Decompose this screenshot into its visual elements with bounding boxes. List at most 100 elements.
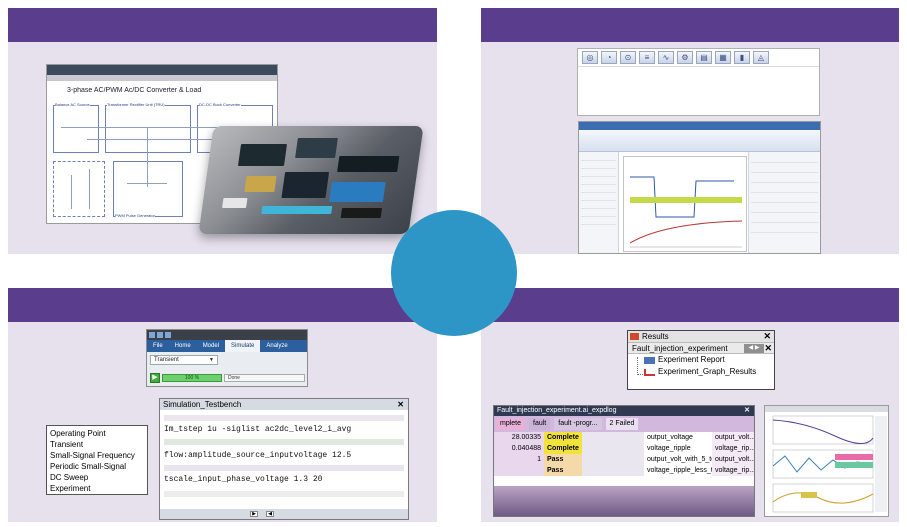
cell-spacer xyxy=(582,454,644,465)
toolbar-screenshot: ◎ ◔ ⊙ ≡ ∿ ⚙ ▤ ▦ ▮ ◬ xyxy=(577,48,820,116)
tree-item-label: Experiment Report xyxy=(658,355,725,364)
simulation-progress: 100 % xyxy=(162,373,222,382)
list-item[interactable]: DC Sweep xyxy=(50,472,144,483)
app-titlebar xyxy=(47,65,277,75)
table-row[interactable]: 1 Pass output_volt_with_5_tol output_vol… xyxy=(494,454,754,465)
cell-value: 1 xyxy=(494,454,544,465)
row-stripe xyxy=(164,439,404,445)
scope-icon[interactable]: ◎ xyxy=(582,51,598,64)
scroll-right-icon[interactable]: ▶ xyxy=(250,511,258,517)
tab-simulate[interactable]: Simulate xyxy=(225,340,261,352)
chip xyxy=(237,144,288,166)
results-title: Results xyxy=(642,332,669,341)
list-item[interactable]: Periodic Small-Signal xyxy=(50,461,144,472)
cell-spacer xyxy=(582,465,644,476)
simulation-status: Done xyxy=(224,373,305,382)
status-chip: mplete xyxy=(496,418,526,430)
tab-home[interactable]: Home xyxy=(169,340,197,352)
tab-file[interactable]: File xyxy=(147,340,169,352)
results-titlebar: Results ✕ xyxy=(628,331,774,342)
tree-item-report[interactable]: Experiment Report xyxy=(628,354,774,366)
app-ribbon xyxy=(579,130,820,152)
status-chip: fault -progr... xyxy=(554,418,602,430)
bar-icon[interactable]: ▮ xyxy=(734,51,750,64)
waveform-app-screenshot xyxy=(578,121,821,254)
cell-status: Pass xyxy=(544,454,582,465)
cell-detail: voltage_rip... xyxy=(712,443,754,454)
tab-nav-arrows-icon[interactable]: ◀ ▶ xyxy=(744,344,764,353)
cell-value: 28.00335 xyxy=(494,432,544,443)
results-tab[interactable]: Fault_injection_experiment ◀ ▶ ✕ xyxy=(628,342,774,354)
list-item[interactable]: Operating Point xyxy=(50,428,144,439)
panel-bottom-right: Results ✕ Fault_injection_experiment ◀ ▶… xyxy=(481,288,899,522)
testbench-scrollbar[interactable]: ▶ ◀ xyxy=(160,509,408,519)
list-item[interactable]: Experiment xyxy=(50,483,144,494)
grid-icon[interactable]: ▦ xyxy=(715,51,731,64)
signal-list xyxy=(579,152,619,253)
table-icon[interactable]: ≡ xyxy=(639,51,655,64)
app-toolbar xyxy=(47,75,277,81)
panel-header xyxy=(481,288,899,322)
panel-header xyxy=(8,288,437,322)
experiment-footer xyxy=(494,486,754,516)
panel-bottom-left: File Home Model Simulate Analyze Transie… xyxy=(8,288,437,522)
close-icon[interactable]: ✕ xyxy=(763,331,771,342)
chip xyxy=(328,182,386,202)
status-chip: fault xyxy=(529,418,551,430)
cell-detail: output_volt... xyxy=(712,454,754,465)
ribbon-titlebar xyxy=(147,330,307,340)
experiment-window: Fault_injection_experiment.ai_expdlog ✕ … xyxy=(493,405,755,517)
testbench-line: Im_tstep 1u -siglist ac2dc_level2_i_avg xyxy=(164,425,352,434)
experiment-title: Fault_injection_experiment.ai_expdlog xyxy=(497,407,617,414)
cell-spacer xyxy=(582,432,644,443)
redo-icon[interactable] xyxy=(165,332,171,338)
tab-model[interactable]: Model xyxy=(197,340,225,352)
close-icon[interactable]: ✕ xyxy=(744,406,750,416)
graph-icon xyxy=(644,369,655,376)
waveform-graph xyxy=(623,156,747,252)
panel-top-left: 3-phase AC/PWM Ac/DC Converter & Load Ba… xyxy=(8,8,437,254)
schematic-label: Balance AC Source xyxy=(55,102,90,107)
save-icon[interactable] xyxy=(149,332,155,338)
close-icon[interactable]: ✕ xyxy=(764,343,772,354)
schematic-label: Transformer Rectifier Unit (TRU) xyxy=(107,102,165,107)
close-icon[interactable]: ✕ xyxy=(397,399,404,410)
chip xyxy=(244,176,277,192)
run-row: ▶ 100 % Done xyxy=(150,372,305,383)
cell-name: output_voltage xyxy=(647,434,693,441)
chip xyxy=(222,198,248,208)
chip xyxy=(281,172,330,198)
analysis-dropdown[interactable]: Transient ▼ xyxy=(150,355,218,365)
scroll-left-icon[interactable]: ◀ xyxy=(266,511,274,517)
probe-icon[interactable]: ⊙ xyxy=(620,51,636,64)
chart-icon[interactable]: ∿ xyxy=(658,51,674,64)
results-window: Results ✕ Fault_injection_experiment ◀ ▶… xyxy=(627,330,775,390)
gear-icon[interactable]: ⚙ xyxy=(677,51,693,64)
table-row[interactable]: 28.00335 Complete output_voltage output_… xyxy=(494,432,754,443)
list-item[interactable]: Small-Signal Frequency xyxy=(50,450,144,461)
tab-analyze[interactable]: Analyze xyxy=(260,340,293,352)
row-stripe xyxy=(164,491,404,497)
cell-status: Complete xyxy=(544,432,582,443)
undo-icon[interactable] xyxy=(157,332,163,338)
wire xyxy=(71,175,72,209)
slide: 3-phase AC/PWM Ac/DC Converter & Load Ba… xyxy=(0,0,907,527)
cell-value: 0.040488 xyxy=(494,443,544,454)
spectrum-icon[interactable]: ▤ xyxy=(696,51,712,64)
list-item[interactable]: Transient xyxy=(50,439,144,450)
experiment-status-bar: mplete fault fault -progr... 2 Failed xyxy=(494,416,754,432)
cell-name: voltage_ripple xyxy=(647,445,691,452)
chip xyxy=(261,206,333,214)
run-button[interactable]: ▶ xyxy=(150,372,160,383)
tree-item-graph[interactable]: Experiment_Graph_Results xyxy=(628,366,774,378)
panel-top-right: ◎ ◔ ⊙ ≡ ∿ ⚙ ▤ ▦ ▮ ◬ xyxy=(481,8,899,254)
table-row[interactable]: 0.040488 Complete voltage_ripple voltage… xyxy=(494,443,754,454)
analysis-type-list: Operating Point Transient Small-Signal F… xyxy=(46,425,148,495)
chip xyxy=(340,208,383,218)
table-row[interactable]: Pass voltage_ripple_less_th voltage_rip.… xyxy=(494,465,754,476)
meter-icon[interactable]: ◔ xyxy=(601,51,617,64)
wave-icon[interactable]: ◬ xyxy=(753,51,769,64)
circuit-board-photo xyxy=(198,126,424,234)
row-stripe xyxy=(164,415,404,421)
chip xyxy=(295,138,338,158)
